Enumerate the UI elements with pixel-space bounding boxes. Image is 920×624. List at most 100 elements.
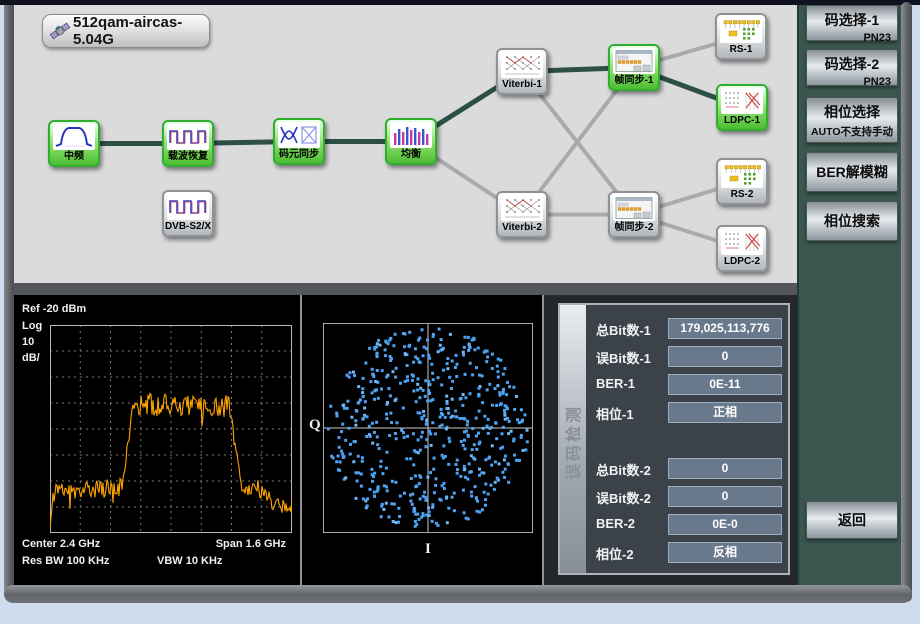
sidebar-button-2[interactable]: 码选择-2PN23 (806, 49, 898, 86)
sidebar-button-label: 码选择-1 (807, 6, 897, 30)
eye-icon (278, 122, 320, 148)
window-frame-bottom (4, 585, 912, 603)
rs-icon (720, 17, 762, 43)
flow-node-label: 中频 (50, 150, 98, 165)
flow-node-framesync1[interactable]: 帧同步-1 (608, 44, 660, 91)
signal-title-button[interactable]: 512qam-aircas-5.04G (42, 14, 210, 48)
constellation-q-label: Q (309, 417, 321, 434)
sidebar-button-value: PN23 (807, 74, 897, 88)
ber-row-value: 反相 (668, 542, 782, 563)
spectrum-scale-label: 10 (22, 336, 34, 348)
constellation-panel: Q I (302, 295, 542, 585)
window-frame-right (901, 2, 912, 602)
spectrum-plot (50, 325, 292, 533)
flow-node-ldpc2[interactable]: LDPC-2 (716, 225, 768, 272)
trellis-icon (501, 52, 543, 78)
ber-row: 总Bit数-2 0 (592, 458, 784, 479)
ber-row: 相位-2反相 (592, 542, 784, 563)
ber-row-value: 0E-11 (668, 374, 782, 395)
trellis-icon (501, 195, 543, 221)
ber-strip-label: 误码检测 (560, 382, 586, 502)
flow-node-carrier[interactable]: 载波恢复 (162, 120, 214, 167)
flow-node-rs1[interactable]: RS-1 (715, 13, 767, 60)
sidebar-button-value: PN23 (807, 30, 897, 44)
flow-node-label: 均衡 (387, 148, 435, 163)
ber-row-label: BER-1 (596, 376, 635, 391)
ldpc-icon (721, 229, 763, 255)
flow-node-equalizer[interactable]: 均衡 (385, 118, 437, 165)
rs-icon (721, 162, 763, 188)
sidebar-button-label: 返回 (838, 510, 866, 530)
squarewave-icon (167, 124, 209, 150)
ber-row-value: 0 (668, 486, 782, 507)
framesync-icon (613, 195, 655, 221)
flow-node-label: 帧同步-1 (610, 74, 658, 89)
constellation-plot (323, 323, 533, 533)
sidebar-button-3[interactable]: 相位选择AUTO不支持手动 (806, 97, 898, 143)
sidebar-button-1[interactable]: 码选择-1PN23 (806, 5, 898, 41)
flow-node-ldpc1[interactable]: LDPC-1 (716, 84, 768, 131)
constellation-i-label: I (425, 541, 431, 558)
flow-panel-separator (14, 283, 797, 295)
ber-row: 误Bit数-2 0 (592, 486, 784, 507)
ber-row: 误Bit数-10 (592, 346, 784, 367)
flow-node-label: 载波恢复 (164, 150, 212, 165)
ber-row: BER-1 0E-11 (592, 374, 784, 395)
flow-node-framesync2[interactable]: 帧同步-2 (608, 191, 660, 238)
window-frame-left (4, 5, 14, 597)
spectrum-span-label: Span 1.6 GHz (216, 538, 286, 550)
sidebar-button-label: 码选择-2 (807, 50, 897, 74)
ber-row-value: 179,025,113,776 (668, 318, 782, 339)
flow-node-label: Viterbi-1 (498, 78, 546, 93)
sidebar-button-4[interactable]: BER解模糊 (806, 152, 898, 192)
spectrum-per-label: dB/ (22, 352, 40, 364)
flow-node-label: LDPC-1 (718, 114, 766, 129)
squarewave-icon (167, 194, 209, 220)
flow-node-symsync[interactable]: 码元同步 (273, 118, 325, 165)
ber-row-value: 0 (668, 458, 782, 479)
ber-row: 总Bit数-1 179,025,113,776 (592, 318, 784, 339)
spectrum-log-label: Log (22, 320, 42, 332)
ber-row-value: 正相 (668, 402, 782, 423)
ber-row-label: 总Bit数-1 (596, 320, 651, 339)
ber-strip: 误码检测 (560, 305, 586, 573)
ber-row-label: 误Bit数-2 (596, 488, 651, 507)
spectrum-vbw-label: VBW 10 KHz (157, 555, 222, 567)
flow-node-label: DVB-S2/X (164, 220, 212, 235)
flow-node-label: RS-2 (718, 188, 766, 203)
sidebar: 码选择-1PN23码选择-2PN23相位选择AUTO不支持手动BER解模糊相位搜… (797, 5, 901, 585)
ber-row-label: 相位-1 (596, 404, 634, 423)
spectrum-analyzer-panel: Ref -20 dBm Log 10 dB/ Center 2.4 GHz Sp… (14, 295, 300, 585)
sidebar-button-5[interactable]: 相位搜索 (806, 201, 898, 241)
sidebar-button-label: 相位选择 (807, 98, 897, 122)
flow-node-dvb[interactable]: DVB-S2/X (162, 190, 214, 237)
sidebar-button-label: BER解模糊 (816, 162, 888, 182)
ber-inner-panel: 误码检测 总Bit数-1179,025,113,776误Bit数-10BER-1… (558, 303, 790, 575)
flow-node-label: RS-1 (717, 43, 765, 58)
flow-node-label: 帧同步-2 (610, 221, 658, 236)
ber-row: BER-20E-0 (592, 514, 784, 535)
flow-node-label: Viterbi-2 (498, 221, 546, 236)
sidebar-button-label: 相位搜索 (824, 211, 880, 231)
spectrum-rbw-label: Res BW 100 KHz (22, 555, 109, 567)
flow-node-label: LDPC-2 (718, 255, 766, 270)
bars-icon (390, 122, 432, 148)
satellite-icon (49, 20, 71, 42)
flow-node-viterbi2[interactable]: Viterbi-2 (496, 191, 548, 238)
ber-row: 相位-1 正相 (592, 402, 784, 423)
flow-node-label: 码元同步 (275, 148, 323, 163)
ber-row-label: 误Bit数-1 (596, 348, 651, 367)
ber-row-label: 总Bit数-2 (596, 460, 651, 479)
spectrum-center-label: Center 2.4 GHz (22, 538, 100, 550)
ber-row-value: 0E-0 (668, 514, 782, 535)
signal-title-label: 512qam-aircas-5.04G (73, 14, 203, 48)
flow-node-rs2[interactable]: RS-2 (716, 158, 768, 205)
ber-panel: 误码检测 总Bit数-1179,025,113,776误Bit数-10BER-1… (544, 295, 797, 585)
flow-node-zhongpin[interactable]: 中频 (48, 120, 100, 167)
sidebar-button-6[interactable]: 返回 (806, 501, 898, 539)
spectrum-icon (53, 124, 95, 150)
ldpc-icon (721, 88, 763, 114)
framesync-icon (613, 48, 655, 74)
sidebar-button-value: AUTO不支持手动 (807, 122, 897, 139)
flow-node-viterbi1[interactable]: Viterbi-1 (496, 48, 548, 95)
